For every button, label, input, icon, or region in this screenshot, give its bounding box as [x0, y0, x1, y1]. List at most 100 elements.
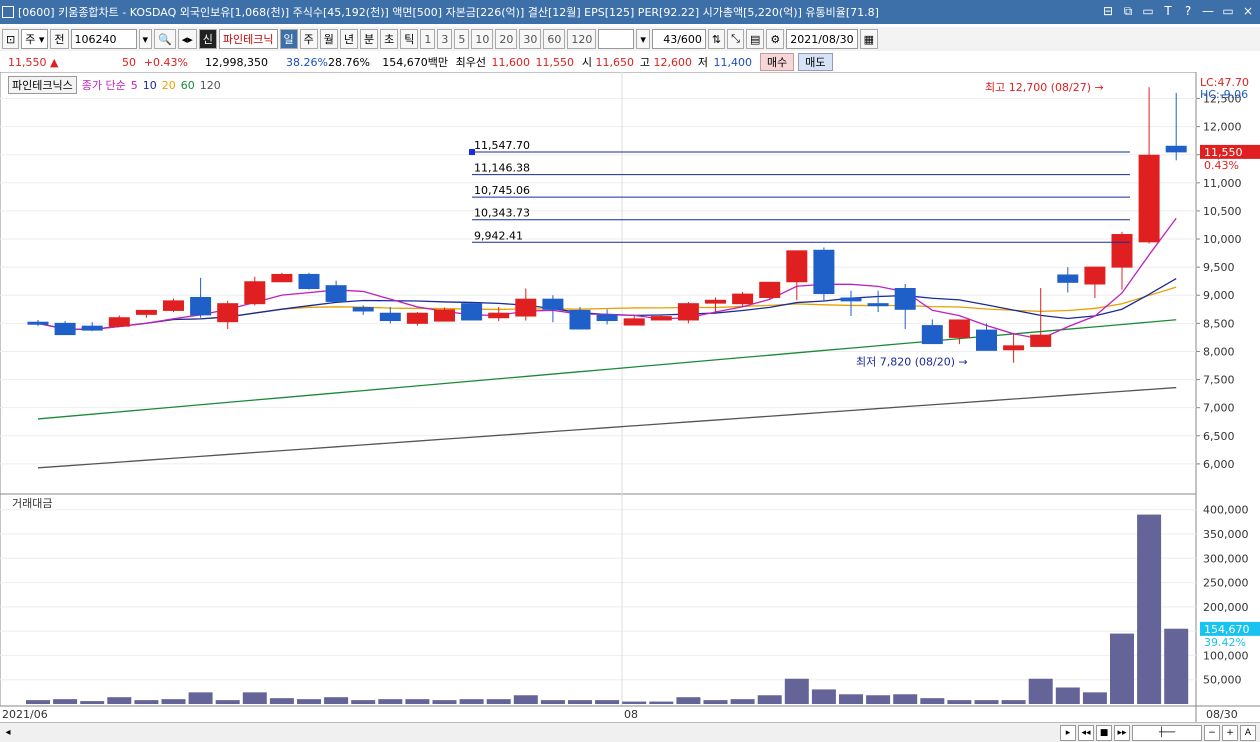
price-tick-label: 9,000	[1203, 289, 1235, 302]
sell-button[interactable]: 매도	[798, 53, 833, 71]
low-value: 11,400	[713, 55, 753, 69]
interval-5[interactable]: 5	[454, 29, 470, 49]
zoom-slider[interactable]: ┼──	[1132, 724, 1202, 741]
sound-icon[interactable]: ◂▸	[177, 29, 197, 49]
interval-custom-input[interactable]	[598, 29, 635, 49]
close-icon[interactable]: ×	[1240, 3, 1256, 19]
tile-icon[interactable]: ⧉	[1120, 3, 1136, 19]
ratio-1: 38.26%	[286, 55, 328, 69]
code-input[interactable]: 106240	[70, 29, 137, 49]
candle-body	[488, 312, 510, 319]
volume-bar	[459, 699, 484, 704]
font-size-icon[interactable]: A	[1240, 724, 1256, 741]
interval-10[interactable]: 10	[471, 29, 494, 49]
scroll-left-icon[interactable]: ◂	[0, 724, 16, 742]
volume-bar	[622, 701, 647, 704]
prev-button[interactable]: 전	[50, 29, 69, 49]
price-tick-label: 8,000	[1203, 345, 1235, 358]
change-percent: +0.43%	[143, 55, 188, 69]
candle-body	[1084, 266, 1106, 285]
volume-bar	[405, 699, 430, 704]
period-second[interactable]: 초	[380, 29, 399, 49]
period-year[interactable]: 년	[339, 29, 359, 49]
interval-60[interactable]: 60	[543, 29, 566, 49]
scroll-stop-icon[interactable]: ■	[1096, 724, 1112, 741]
calendar-icon[interactable]: ▦	[859, 29, 879, 49]
candle-body	[135, 309, 157, 315]
volume-pane	[0, 493, 1197, 707]
interval-20[interactable]: 20	[495, 29, 518, 49]
volume-bar	[784, 678, 809, 704]
candle-body	[27, 321, 49, 325]
candle-body	[244, 281, 266, 305]
volume-tick-label: 100,000	[1203, 649, 1249, 662]
volume-bar	[107, 697, 132, 704]
price-tick-label: 7,500	[1203, 374, 1235, 387]
candle-body	[569, 309, 591, 330]
minimize-icon[interactable]: —	[1200, 3, 1216, 19]
zoom-out-icon[interactable]: −	[1204, 724, 1220, 741]
interval-120[interactable]: 120	[567, 29, 597, 49]
candle-body	[1165, 145, 1187, 153]
scroll-rewind-icon[interactable]: ◂◂	[1078, 724, 1094, 741]
scroll-track[interactable]	[16, 723, 1060, 742]
volume-bar	[297, 699, 321, 704]
search-icon[interactable]: 🔍	[154, 29, 176, 49]
candle-body	[461, 303, 483, 321]
candle-body	[352, 307, 374, 312]
price-tick-label: 6,000	[1203, 458, 1235, 471]
volume-bar	[839, 694, 863, 704]
type-value: 주	[25, 33, 36, 46]
period-tick[interactable]: 틱	[400, 29, 419, 49]
horizontal-scrollbar[interactable]: ◂ ▸ ◂◂ ■ ▸▸ ┼── − + A	[0, 722, 1260, 742]
price-chart[interactable]: 12,50012,00011,50011,00010,50010,0009,50…	[0, 72, 1260, 722]
candle-body	[1138, 154, 1160, 243]
best-label: 최우선	[455, 56, 486, 69]
volume-bar	[1164, 628, 1189, 704]
hc-label: HC:-9.06	[1200, 88, 1248, 101]
price-pane	[0, 72, 1197, 495]
fib-label: 9,942.41	[474, 229, 523, 242]
candle-body	[596, 314, 618, 322]
period-minute[interactable]: 분	[360, 29, 379, 49]
volume-bar	[866, 695, 891, 704]
compare-icon[interactable]: ⇅	[707, 29, 726, 49]
price-tick-label: 11,000	[1203, 177, 1242, 190]
period-month[interactable]: 월	[319, 29, 338, 49]
interval-1[interactable]: 1	[420, 29, 436, 49]
period-week[interactable]: 주	[299, 29, 318, 49]
volume-title: 거래대금	[12, 497, 52, 510]
scroll-next-icon[interactable]: ▸	[1060, 724, 1076, 741]
text-icon[interactable]: T	[1160, 3, 1176, 19]
settings-icon[interactable]: ⚙	[766, 29, 785, 49]
code-dropdown-icon[interactable]: ▾	[138, 29, 153, 49]
layout-icon[interactable]: ⊟	[1100, 3, 1116, 19]
chart-legend: 파인테크닉스 종가 단순 5 10 20 60 120	[8, 76, 221, 94]
fit-icon[interactable]: ⤡	[727, 29, 744, 49]
candle-body	[732, 293, 754, 305]
window-icon[interactable]: ▭	[1140, 3, 1156, 19]
help-icon[interactable]: ?	[1180, 3, 1196, 19]
price-tick-label: 12,000	[1203, 121, 1242, 134]
interval-30[interactable]: 30	[519, 29, 542, 49]
date-input[interactable]: 2021/08/30	[786, 29, 858, 49]
volume-tick-label: 400,000	[1203, 504, 1249, 517]
legend-ma-120: 120	[199, 78, 221, 92]
low-label: 저	[697, 56, 708, 69]
scroll-forward-icon[interactable]: ▸▸	[1114, 724, 1130, 741]
volume-bar	[811, 689, 836, 704]
menu-icon[interactable]: ⊡	[2, 29, 20, 49]
candle-body	[976, 329, 997, 351]
save-icon[interactable]: ▤	[745, 29, 765, 49]
interval-3[interactable]: 3	[437, 29, 453, 49]
price-tick-label: 10,000	[1203, 233, 1242, 246]
volume-bar	[730, 699, 755, 704]
count-input[interactable]: 43/600	[651, 29, 706, 49]
period-day[interactable]: 일	[279, 29, 298, 49]
buy-button[interactable]: 매수	[760, 53, 795, 71]
maximize-icon[interactable]: ▭	[1220, 3, 1236, 19]
candle-body	[542, 298, 564, 310]
type-select[interactable]: 주 ▾	[21, 29, 49, 49]
interval-dropdown-icon[interactable]: ▾	[636, 29, 650, 49]
zoom-in-icon[interactable]: +	[1222, 724, 1238, 741]
